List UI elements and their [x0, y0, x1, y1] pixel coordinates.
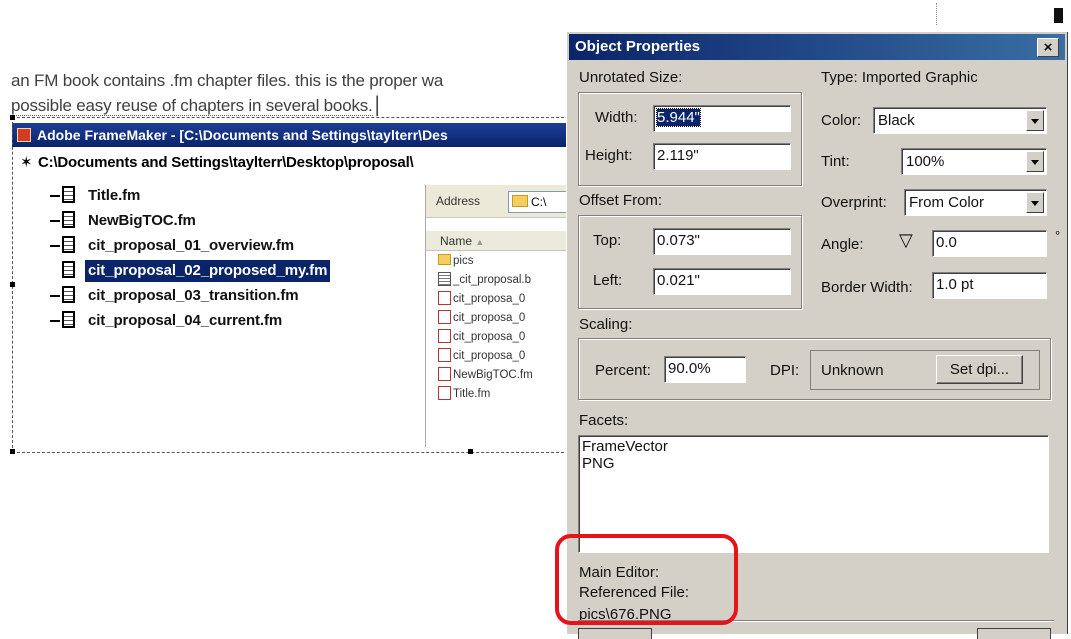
- facets-label: Facets:: [579, 412, 629, 429]
- offset-from-label: Offset From:: [579, 192, 663, 209]
- selection-handle[interactable]: [10, 449, 15, 454]
- overprint-label: Overprint:: [821, 194, 887, 211]
- chevron-down-icon[interactable]: [1026, 192, 1044, 213]
- ruler-marker: [1054, 8, 1063, 23]
- border-width-label: Border Width:: [821, 279, 913, 296]
- percent-input[interactable]: 90.0%: [664, 356, 746, 383]
- color-select[interactable]: Black: [873, 107, 1047, 134]
- top-label: Top:: [593, 232, 622, 249]
- height-input[interactable]: 2.119": [653, 143, 791, 170]
- color-select-value: Black: [878, 112, 915, 129]
- dpi-label: DPI:: [770, 362, 800, 379]
- width-label: Width:: [595, 109, 638, 126]
- tint-label: Tint:: [821, 153, 850, 170]
- dialog-title-bar[interactable]: Object Properties ×: [569, 34, 1065, 60]
- bottom-button-right[interactable]: [977, 628, 1051, 639]
- selection-handle[interactable]: [468, 449, 473, 454]
- rotate-angle-icon: ▽: [899, 230, 913, 250]
- border-width-input[interactable]: 1.0 pt: [932, 272, 1047, 299]
- width-value: 5.944": [656, 108, 701, 127]
- top-value: 0.073": [657, 232, 700, 249]
- document-text-line-1: an FM book contains .fm chapter files. t…: [11, 71, 444, 90]
- height-label: Height:: [585, 147, 633, 164]
- facet-item[interactable]: FrameVector: [582, 438, 1045, 455]
- top-input[interactable]: 0.073": [653, 228, 791, 255]
- bottom-button-left[interactable]: [578, 628, 652, 639]
- selection-handle[interactable]: [10, 115, 15, 120]
- overprint-select-value: From Color: [909, 194, 985, 211]
- close-icon: ×: [1043, 39, 1053, 56]
- left-value: 0.021": [657, 272, 700, 289]
- tint-select[interactable]: 100%: [901, 148, 1047, 175]
- dpi-value: Unknown: [821, 362, 884, 379]
- chevron-down-icon[interactable]: [1026, 151, 1044, 172]
- height-value: 2.119": [657, 147, 699, 164]
- facet-item[interactable]: PNG: [582, 455, 1045, 472]
- angle-label: Angle:: [821, 236, 864, 253]
- angle-value: 0.0: [936, 234, 957, 251]
- dialog-title: Object Properties: [575, 38, 701, 55]
- angle-input[interactable]: 0.0: [932, 230, 1047, 257]
- set-dpi-button[interactable]: Set dpi...: [936, 355, 1023, 384]
- tint-select-value: 100%: [906, 153, 945, 170]
- degree-unit: °: [1055, 228, 1061, 243]
- graphic-selection-frame[interactable]: [12, 117, 574, 453]
- width-input[interactable]: 5.944": [653, 105, 791, 132]
- left-label: Left:: [593, 272, 623, 289]
- vertical-guide: [936, 3, 937, 25]
- close-button[interactable]: ×: [1037, 38, 1059, 57]
- chevron-down-icon[interactable]: [1026, 110, 1044, 131]
- type-label: Type: Imported Graphic: [821, 69, 978, 86]
- referenced-file-highlight-annotation: [555, 534, 738, 625]
- percent-label: Percent:: [595, 362, 651, 379]
- text-cursor-icon: │: [372, 96, 384, 115]
- percent-value: 90.0%: [668, 360, 711, 377]
- selection-handle[interactable]: [10, 282, 15, 287]
- document-text-line-2: possible easy reuse of chapters in sever…: [11, 96, 383, 116]
- scaling-label: Scaling:: [579, 316, 633, 333]
- overprint-select[interactable]: From Color: [904, 189, 1047, 216]
- color-label: Color:: [821, 112, 862, 129]
- document-text-line-2-content: possible easy reuse of chapters in sever…: [11, 96, 373, 116]
- unrotated-size-label: Unrotated Size:: [579, 69, 683, 86]
- set-dpi-label: Set dpi...: [949, 361, 1010, 378]
- border-width-value: 1.0 pt: [936, 276, 974, 293]
- left-input[interactable]: 0.021": [653, 268, 791, 295]
